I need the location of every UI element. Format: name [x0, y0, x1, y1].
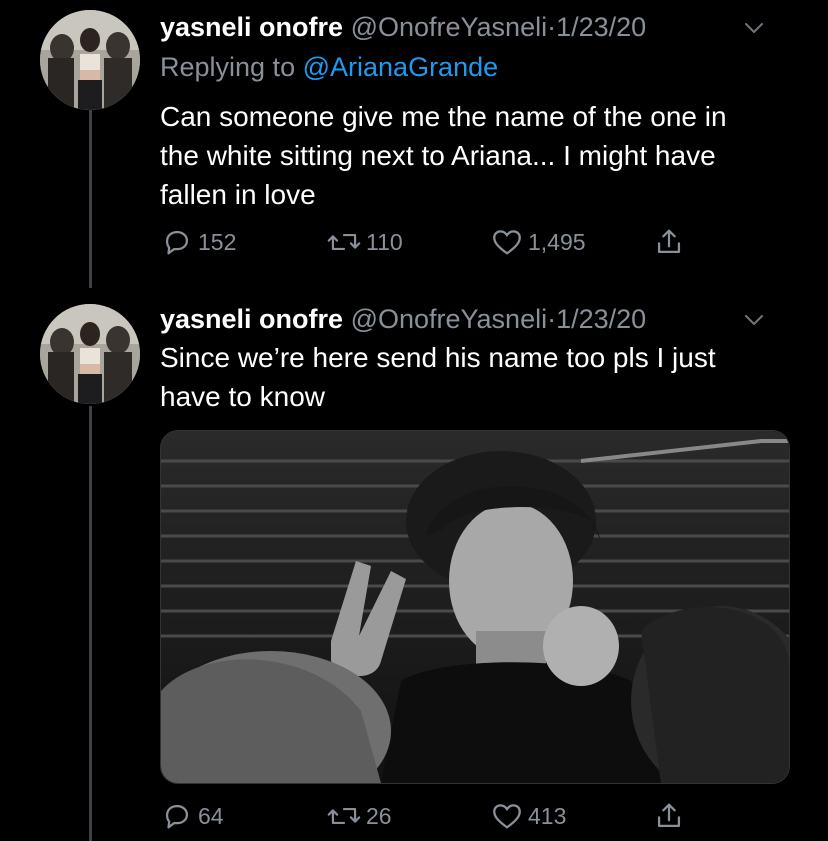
- replying-to-label: Replying to: [160, 52, 296, 82]
- user-handle[interactable]: @OnofreYasneli: [351, 304, 548, 334]
- like-count: 1,495: [528, 228, 586, 255]
- reply-icon: [165, 230, 189, 255]
- tweet-date[interactable]: 1/23/20: [556, 304, 646, 334]
- tweet-header: yasneli onofre @OnofreYasneli·1/23/20: [160, 302, 758, 336]
- user-handle[interactable]: @OnofreYasneli: [351, 12, 548, 42]
- tweet-text-line: the white sitting next to Ariana... I mi…: [160, 140, 716, 171]
- avatar-image: [40, 304, 140, 404]
- heart-icon: [493, 230, 521, 255]
- reply-icon: [165, 804, 189, 829]
- mention-link[interactable]: @ArianaGrande: [303, 52, 499, 82]
- tweet-text-line: fallen in love: [160, 179, 316, 210]
- reply-button[interactable]: 152: [160, 224, 236, 260]
- share-button[interactable]: [652, 224, 686, 260]
- retweet-icon: [327, 807, 361, 825]
- tweet-header: yasneli onofre @OnofreYasneli·1/23/20: [160, 10, 758, 44]
- tweet-date[interactable]: 1/23/20: [556, 12, 646, 42]
- separator-dot: ·: [547, 12, 557, 42]
- replying-to: Replying to @ArianaGrande: [160, 50, 498, 84]
- avatar-image: [40, 10, 140, 110]
- like-button[interactable]: 1,495: [490, 224, 586, 260]
- display-name[interactable]: yasneli onofre: [160, 304, 343, 334]
- retweet-count: 110: [366, 228, 403, 255]
- retweet-button[interactable]: 26: [326, 798, 392, 834]
- tweet-text: Since we’re here send his name too pls I…: [160, 338, 800, 416]
- tweet-text-line: Since we’re here send his name too pls I…: [160, 342, 716, 373]
- tweet[interactable]: yasneli onofre @OnofreYasneli·1/23/20 Re…: [0, 0, 828, 290]
- tweet-text: Can someone give me the name of the one …: [160, 97, 800, 214]
- separator-dot: ·: [547, 304, 557, 334]
- retweet-icon: [327, 233, 361, 251]
- tweet-photo[interactable]: [160, 430, 790, 784]
- tweet-actions: 64 26 413: [160, 798, 720, 834]
- tweet-actions: 152 110 1,495: [160, 224, 720, 260]
- reply-button[interactable]: 64: [160, 798, 224, 834]
- tweet-text-line: have to know: [160, 381, 325, 412]
- chevron-down-icon[interactable]: [742, 16, 766, 40]
- display-name[interactable]: yasneli onofre: [160, 12, 343, 42]
- avatar[interactable]: [40, 304, 140, 404]
- retweet-count: 26: [366, 802, 392, 829]
- photo-image: [161, 431, 789, 783]
- share-button[interactable]: [652, 798, 686, 834]
- tweet[interactable]: yasneli onofre @OnofreYasneli·1/23/20 Si…: [0, 296, 828, 841]
- chevron-down-icon[interactable]: [742, 308, 766, 332]
- share-icon: [657, 229, 681, 254]
- reply-count: 64: [198, 802, 224, 829]
- heart-icon: [493, 804, 521, 829]
- tweet-text-line: Can someone give me the name of the one …: [160, 101, 727, 132]
- like-button[interactable]: 413: [490, 798, 566, 834]
- share-icon: [657, 803, 681, 828]
- like-count: 413: [528, 802, 567, 829]
- tweet-thread: yasneli onofre @OnofreYasneli·1/23/20 Re…: [0, 0, 828, 841]
- avatar[interactable]: [40, 10, 140, 110]
- retweet-button[interactable]: 110: [326, 224, 403, 260]
- reply-count: 152: [198, 228, 237, 255]
